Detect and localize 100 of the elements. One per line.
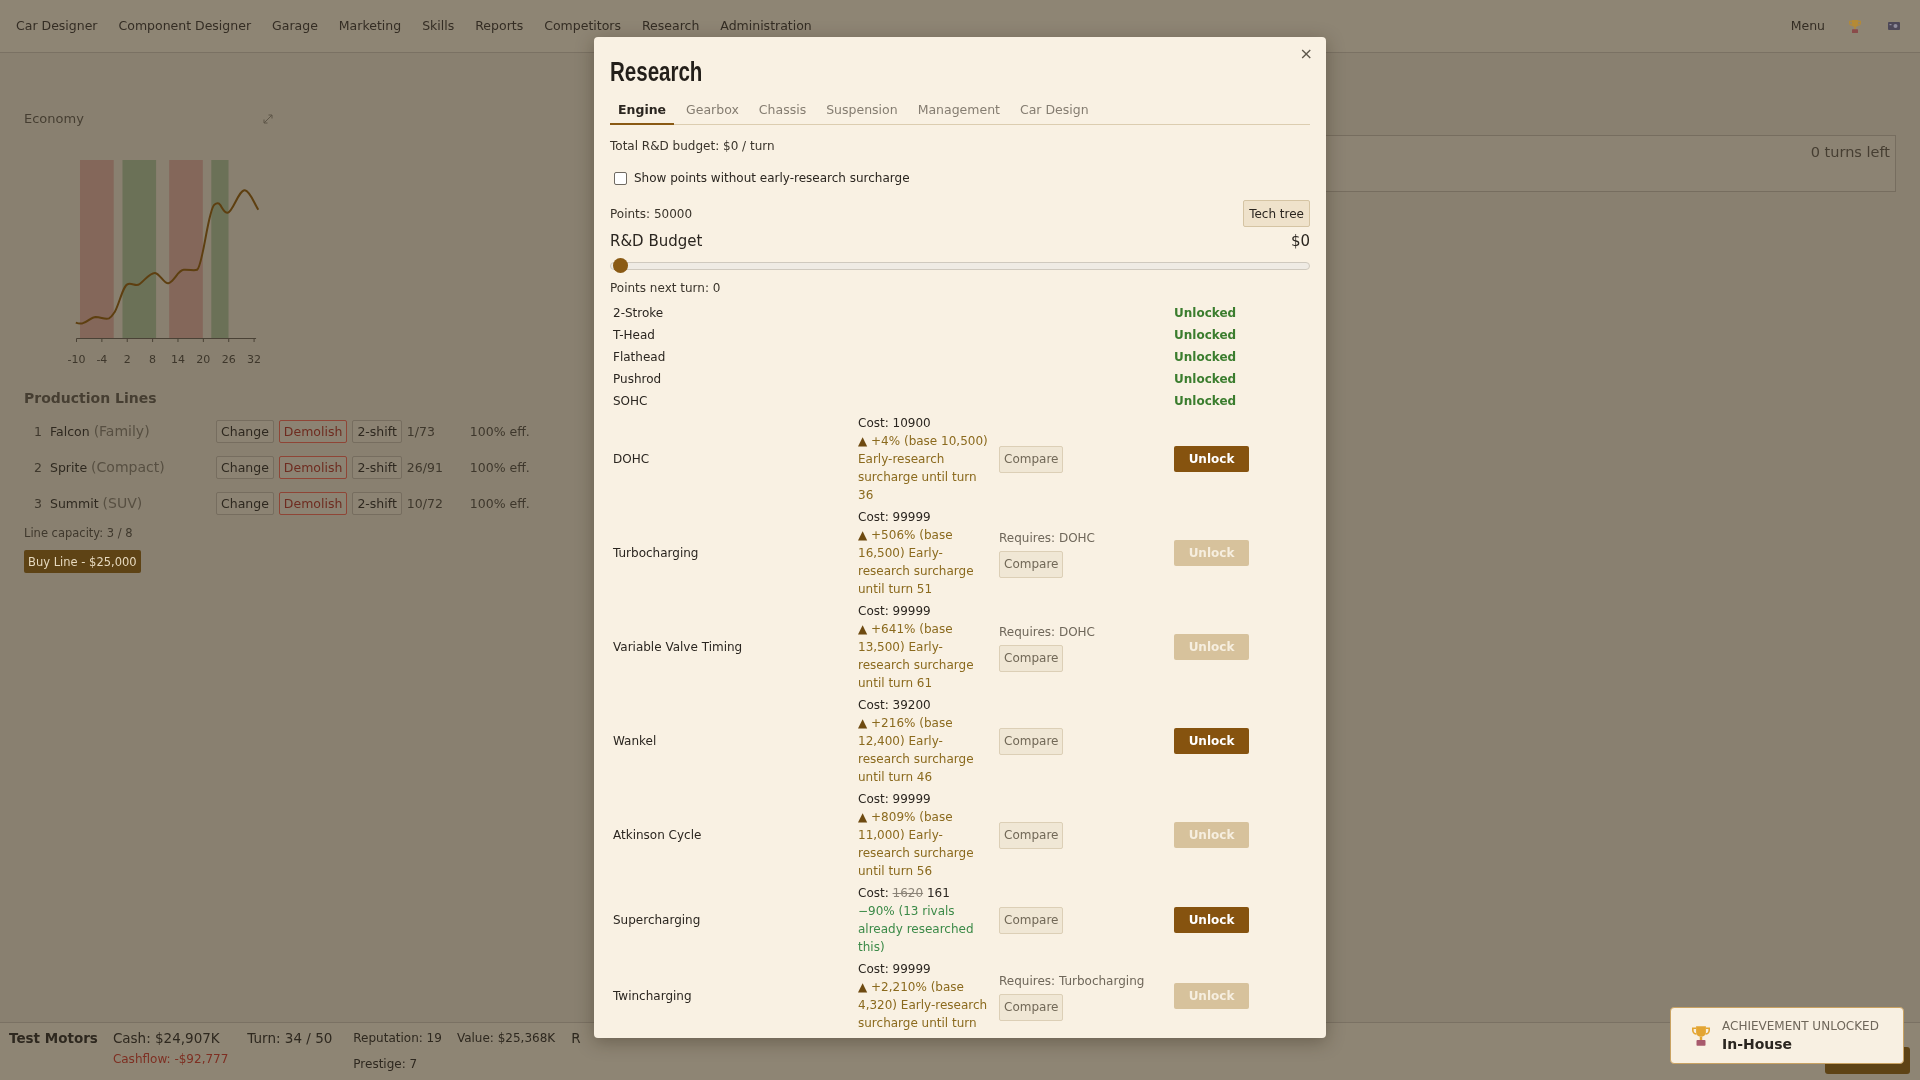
requires-text: Requires: DOHC: [999, 623, 1095, 641]
compare-button[interactable]: Compare: [999, 644, 1064, 672]
axis-label: 26: [221, 353, 236, 366]
efficiency-text: 100% eff.: [469, 495, 531, 511]
tab[interactable]: Suspension: [818, 96, 906, 125]
shift-button[interactable]: 2-shift: [352, 491, 402, 515]
toast-title: In-House: [1722, 1034, 1794, 1054]
axis-label: 20: [196, 353, 211, 366]
points-text: Points: 50000: [610, 205, 693, 222]
buy-line-button[interactable]: Buy Line - $25,000: [24, 550, 141, 573]
tech-name: Pushrod: [612, 371, 662, 387]
compare-button[interactable]: Compare: [999, 727, 1064, 755]
cost-note: ▲ +506% (base 16,500) Early-research surcharge until turn 51: [858, 527, 975, 598]
turn-text: Turn: 34 / 50: [247, 1029, 333, 1047]
menu-button[interactable]: Menu: [1790, 17, 1825, 35]
compare-button[interactable]: Compare: [999, 993, 1064, 1021]
change-button[interactable]: Change: [216, 455, 274, 479]
axis-label: -10: [67, 353, 86, 366]
reputation-text: Reputation: 19: [353, 1030, 442, 1047]
checkbox[interactable]: [614, 171, 627, 185]
cashflow-text: Cashflow: -$92,777: [112, 1051, 229, 1067]
compare-button[interactable]: Compare: [999, 906, 1064, 934]
unlocked-status: Unlocked: [1174, 327, 1237, 343]
unlock-button[interactable]: Unlock: [1174, 446, 1249, 472]
cost-text: Cost: 99999: [858, 603, 932, 620]
unlocked-status: Unlocked: [1174, 393, 1237, 409]
cost-text: Cost: 99999: [858, 791, 932, 808]
nav-link[interactable]: Research: [641, 17, 700, 35]
output-text: 10/72: [406, 495, 444, 511]
tech-name: Turbocharging: [612, 545, 699, 561]
line-number: 1: [34, 423, 43, 439]
cost-note: ▲ +216% (base 12,400) Early-research surcharge until turn 46: [858, 715, 975, 786]
cash-text: Cash: $24,907K: [112, 1029, 221, 1047]
cost-note: ▲ +2,210% (base 4,320) Early-research surcharge until turn: [858, 979, 989, 1032]
budget-slider[interactable]: [610, 258, 1310, 273]
unlock-button[interactable]: Unlock: [1174, 907, 1249, 933]
tab[interactable]: Engine: [610, 96, 675, 125]
unlocked-status: Unlocked: [1174, 305, 1237, 321]
tab[interactable]: Chassis: [750, 96, 815, 125]
efficiency-text: 100% eff.: [469, 459, 531, 475]
nav-link[interactable]: Skills: [422, 17, 455, 35]
unlocked-status: Unlocked: [1174, 349, 1237, 365]
toast-heading: ACHIEVEMENT UNLOCKED: [1722, 1017, 1879, 1034]
demolish-button[interactable]: Demolish: [278, 491, 348, 515]
dialog-title: Research: [610, 56, 703, 89]
efficiency-text: 100% eff.: [469, 423, 531, 439]
points-next-turn-text: Points next turn: 0: [610, 280, 722, 296]
nav-link[interactable]: Administration: [720, 17, 812, 35]
cost-text: Cost: 99999: [858, 961, 932, 978]
tab[interactable]: Management: [909, 96, 1008, 125]
turns-left-text: 0 turns left: [1810, 143, 1890, 161]
checkbox-label[interactable]: Show points without early-research surcharge: [634, 170, 910, 186]
prestige-text: Prestige: 7: [353, 1056, 419, 1073]
trophy-icon[interactable]: [1849, 19, 1861, 33]
nav-link[interactable]: Marketing: [338, 17, 402, 35]
demolish-button[interactable]: Demolish: [278, 419, 348, 443]
nav-link[interactable]: Reports: [475, 17, 524, 35]
cost-note: −90% (13 rivals already researched this): [858, 903, 975, 956]
axis-label: 8: [149, 353, 157, 366]
cost-note: ▲ +4% (base 10,500) Early-research surcharge until turn 36: [858, 433, 989, 504]
axis-label: 2: [123, 353, 131, 366]
line-name: Summit: [50, 496, 99, 511]
camera-icon[interactable]: [1888, 22, 1900, 30]
tech-name: SOHC: [612, 393, 648, 409]
capacity-text: Line capacity: 3 / 8: [24, 525, 133, 541]
cost-text: Cost: 99999: [858, 509, 932, 526]
close-button[interactable]: ×: [1296, 45, 1316, 63]
budget-label: R&D Budget: [610, 231, 703, 251]
cost-text: Cost: 39200: [858, 697, 932, 714]
nav-link[interactable]: Car Designer: [16, 17, 98, 35]
demolish-button[interactable]: Demolish: [278, 455, 348, 479]
tech-tree-button[interactable]: Tech tree: [1243, 200, 1310, 227]
expand-icon[interactable]: [263, 114, 273, 124]
tab[interactable]: Gearbox: [678, 96, 747, 125]
nav-link[interactable]: Competitors: [544, 17, 621, 35]
shift-button[interactable]: 2-shift: [352, 455, 402, 479]
shift-button[interactable]: 2-shift: [352, 419, 402, 443]
slider-thumb[interactable]: [613, 258, 628, 273]
requires-text: Requires: Turbocharging: [999, 972, 1145, 990]
line-number: 3: [34, 495, 43, 511]
tech-name: Variable Valve Timing: [612, 639, 743, 655]
unlock-button[interactable]: Unlock: [1174, 728, 1249, 754]
line-number: 2: [34, 459, 43, 475]
panel-title: Economy: [24, 111, 84, 127]
nav-link[interactable]: Component Designer: [118, 17, 252, 35]
tech-name: T-Head: [612, 327, 655, 343]
change-button[interactable]: Change: [216, 419, 274, 443]
axis-label: -4: [96, 353, 108, 366]
tab[interactable]: Car Design: [1012, 96, 1097, 125]
unlocked-status: Unlocked: [1174, 371, 1237, 387]
tech-name: Twincharging: [612, 988, 692, 1004]
company-name: Test Motors: [9, 1029, 98, 1047]
compare-button[interactable]: Compare: [999, 550, 1064, 578]
change-button[interactable]: Change: [216, 491, 274, 515]
tech-name: Atkinson Cycle: [612, 827, 702, 843]
compare-button[interactable]: Compare: [999, 821, 1064, 849]
nav-link[interactable]: Garage: [272, 17, 318, 35]
tech-name: Wankel: [612, 733, 657, 749]
compare-button[interactable]: Compare: [999, 445, 1064, 473]
section-title: Production Lines: [24, 389, 157, 408]
